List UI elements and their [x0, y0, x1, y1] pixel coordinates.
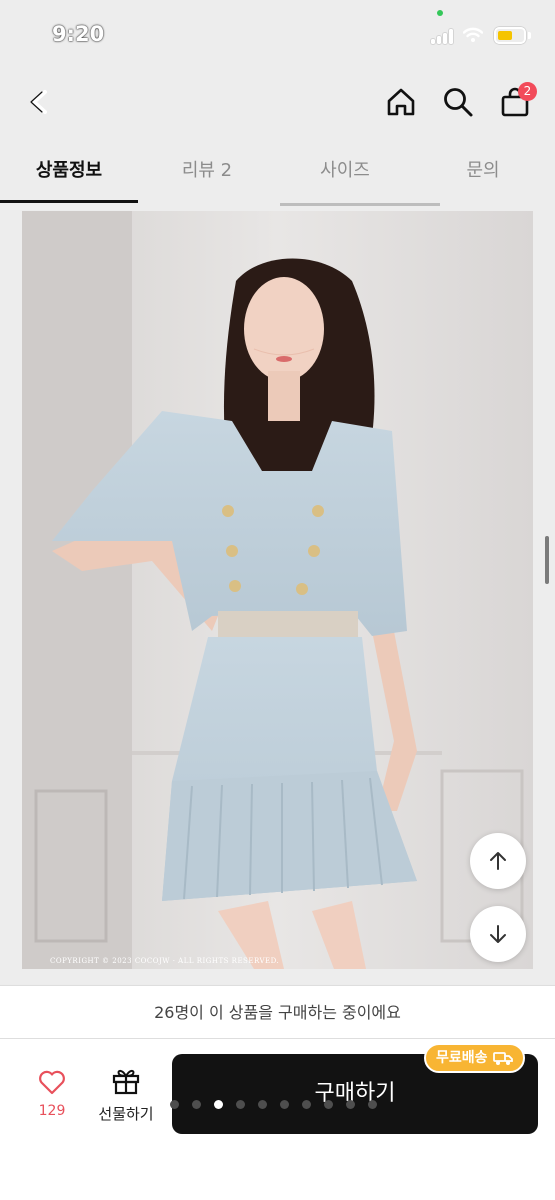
like-button[interactable]: 129 — [24, 1069, 80, 1119]
carousel-dot-active — [214, 1100, 223, 1109]
home-icon[interactable] — [379, 80, 423, 124]
status-bar: 9:20 — [0, 0, 555, 70]
tab-product-info[interactable]: 상품정보 — [0, 142, 138, 206]
gift-label: 선물하기 — [98, 1105, 154, 1123]
arrow-down-icon — [490, 925, 506, 943]
bottom-action-bar: 129 선물하기 구매하기 무료배송 — [0, 1039, 555, 1200]
scrollbar-thumb[interactable] — [545, 536, 549, 584]
image-copyright: COPYRIGHT © 2023 COCOJW · ALL RIGHTS RES… — [50, 957, 280, 965]
cart-count-badge: 2 — [518, 82, 537, 101]
carousel-dot — [258, 1100, 267, 1109]
active-tab-underline — [0, 200, 138, 203]
free-shipping-label: 무료배송 — [436, 1050, 488, 1066]
privacy-indicator-dot — [437, 10, 443, 16]
carousel-dot — [346, 1100, 355, 1109]
product-photo: COPYRIGHT © 2023 COCOJW · ALL RIGHTS RES… — [22, 211, 533, 969]
back-chevron-icon[interactable] — [18, 80, 62, 124]
tab-size[interactable]: 사이즈 — [276, 142, 414, 206]
status-time: 9:20 — [52, 22, 105, 46]
carousel-dot — [368, 1100, 377, 1109]
tab-reviews[interactable]: 리뷰 2 — [138, 142, 276, 206]
scroll-up-button[interactable] — [470, 833, 526, 889]
carousel-dot — [170, 1100, 179, 1109]
free-shipping-badge: 무료배송 — [424, 1043, 525, 1073]
truck-icon — [492, 1052, 513, 1065]
gift-icon — [112, 1069, 140, 1095]
carousel-dot — [280, 1100, 289, 1109]
search-icon[interactable] — [436, 80, 480, 124]
shopping-bag-icon[interactable]: 2 — [493, 80, 537, 124]
scroll-down-button[interactable] — [470, 906, 526, 962]
carousel-dot — [302, 1100, 311, 1109]
battery-cap — [528, 32, 531, 39]
purchase-activity-notice: 26명이 이 상품을 구매하는 중이에요 — [0, 985, 555, 1039]
carousel-dot — [236, 1100, 245, 1109]
heart-icon — [39, 1070, 65, 1095]
model-illustration — [22, 211, 533, 969]
tab-inquiry[interactable]: 문의 — [414, 142, 552, 206]
wifi-icon — [463, 27, 483, 42]
like-count: 129 — [38, 1103, 66, 1119]
cellular-signal-icon — [431, 28, 455, 44]
battery-icon — [494, 27, 526, 44]
arrow-up-icon — [490, 852, 506, 870]
gift-button[interactable]: 선물하기 — [90, 1067, 162, 1124]
product-detail-content[interactable]: COPYRIGHT © 2023 COCOJW · ALL RIGHTS RES… — [0, 206, 555, 984]
carousel-dot — [192, 1100, 201, 1109]
product-tabs: 상품정보 리뷰 2 사이즈 문의 — [0, 142, 555, 206]
carousel-dot — [324, 1100, 333, 1109]
app-header: 2 — [0, 70, 555, 142]
